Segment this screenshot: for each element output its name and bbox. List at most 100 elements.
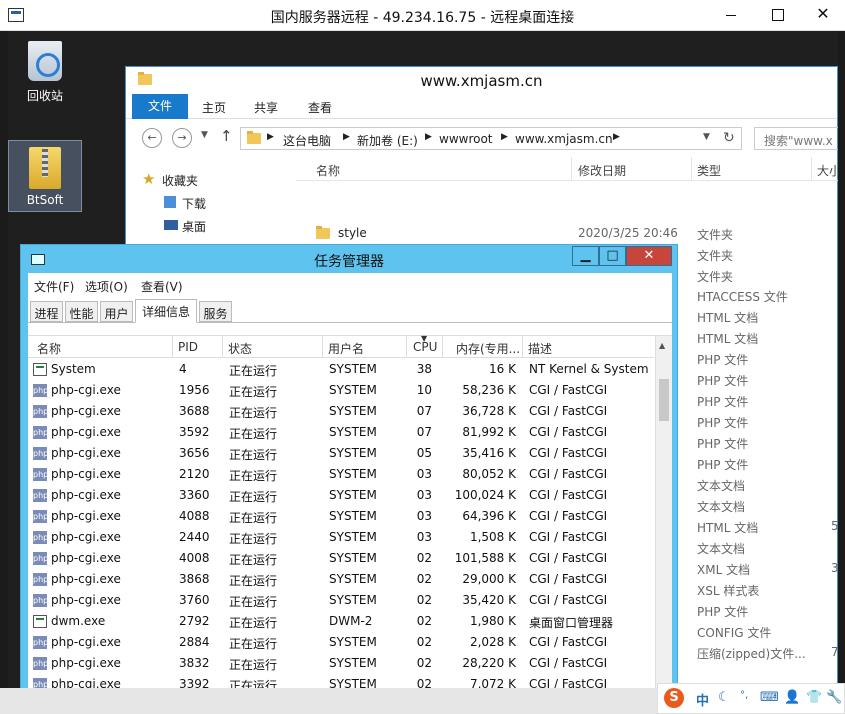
process-row[interactable]: php php-cgi.exe 3760 正在运行 SYSTEM 02 35,420 K CG… (28, 590, 654, 611)
file-type: HTACCESS 文件 (697, 288, 788, 305)
process-user: SYSTEM (329, 404, 377, 418)
php-icon: php (33, 657, 49, 670)
ribbon-tab-home[interactable]: 主页 (202, 99, 226, 116)
header-status[interactable]: 状态 (228, 340, 252, 357)
header-memory[interactable]: 内存(专用... (456, 340, 520, 357)
desktop-icon-btsoft[interactable]: BtSoft (8, 140, 82, 212)
process-status: 正在运行 (229, 385, 278, 399)
tab-processes[interactable]: 进程 (30, 301, 63, 322)
scroll-up-icon[interactable]: ▲ (659, 341, 665, 350)
process-row[interactable]: php php-cgi.exe 1956 正在运行 SYSTEM 10 58,236 K CG… (28, 380, 654, 401)
process-pid: 3832 (179, 656, 210, 670)
keyboard-icon[interactable]: ⌨ (760, 690, 779, 705)
nav-desktop[interactable]: 桌面 (164, 218, 206, 235)
moon-icon[interactable]: ☾ (718, 690, 730, 705)
nav-downloads[interactable]: 下载 (164, 195, 206, 212)
process-row[interactable]: php php-cgi.exe 3360 正在运行 SYSTEM 03 100,024 K C… (28, 485, 654, 506)
rdp-close-button[interactable]: ✕ (800, 0, 845, 30)
file-row[interactable]: style 2020/3/25 20:46 文件夹 (296, 223, 838, 244)
search-input[interactable]: 搜索"www.x (754, 127, 838, 150)
process-memory: 16 K (489, 362, 516, 376)
ime-toolbar: S 中 ☾ °, ⌨ 👤 👕 🔧 (657, 683, 845, 714)
tab-details[interactable]: 详细信息 (135, 299, 197, 323)
process-user: SYSTEM (329, 656, 377, 670)
nav-favorites[interactable]: ★ 收藏夹 (142, 170, 199, 189)
refresh-icon[interactable]: ↻ (723, 130, 735, 146)
vertical-scrollbar[interactable]: ▲ (655, 336, 672, 696)
column-name[interactable]: 名称 (316, 162, 340, 179)
file-type: 文件夹 (697, 249, 734, 263)
header-username[interactable]: 用户名 (328, 340, 364, 357)
ime-lang-indicator[interactable]: 中 (696, 690, 709, 709)
header-pid[interactable]: PID (178, 340, 198, 354)
chevron-right-icon: ▶ (343, 132, 350, 142)
up-arrow-icon[interactable]: ↑ (220, 127, 233, 145)
process-memory: 58,236 K (462, 383, 516, 397)
header-description[interactable]: 描述 (528, 340, 552, 357)
process-row[interactable]: php php-cgi.exe 3832 正在运行 SYSTEM 02 28,220 K CG… (28, 653, 654, 674)
task-manager-titlebar: 任务管理器 ▁ □ ✕ (21, 245, 677, 273)
close-button[interactable]: ✕ (626, 246, 672, 266)
process-row[interactable]: php php-cgi.exe 2884 正在运行 SYSTEM 02 2,028 K CGI… (28, 632, 654, 653)
window-process-icon (33, 615, 47, 628)
process-row[interactable]: php php-cgi.exe 3656 正在运行 SYSTEM 05 35,416 K CG… (28, 443, 654, 464)
php-icon: php (33, 384, 49, 397)
file-type-label: PHP 文件 (697, 605, 749, 619)
file-type-label: XSL 样式表 (697, 584, 760, 598)
maximize-button[interactable]: □ (599, 246, 626, 266)
ribbon-tab-file[interactable]: 文件 (132, 94, 188, 119)
shirt-icon[interactable]: 👕 (806, 690, 822, 705)
column-size[interactable]: 大小 (817, 162, 838, 179)
tab-services[interactable]: 服务 (199, 301, 232, 322)
punctuation-icon[interactable]: °, (740, 690, 748, 701)
process-row[interactable]: dwm.exe 2792 正在运行 DWM-2 02 1,980 K 桌面窗口管理器 (28, 611, 654, 632)
process-cpu: 05 (416, 446, 432, 460)
header-name[interactable]: 名称 (37, 340, 61, 357)
column-type[interactable]: 类型 (697, 162, 721, 179)
process-row[interactable]: php php-cgi.exe 4088 正在运行 SYSTEM 03 64,396 K CG… (28, 506, 654, 527)
process-user: DWM-2 (329, 614, 373, 628)
rdp-maximize-button[interactable] (755, 0, 801, 30)
process-memory: 100,024 K (454, 488, 516, 502)
breadcrumb-site[interactable]: www.xmjasm.cn (515, 132, 613, 146)
desktop-icon-recycle-bin[interactable]: 回收站 (8, 37, 82, 104)
menu-file[interactable]: 文件(F) (34, 278, 74, 295)
process-row[interactable]: php php-cgi.exe 2120 正在运行 SYSTEM 03 80,052 K CG… (28, 464, 654, 485)
process-row[interactable]: php php-cgi.exe 4008 正在运行 SYSTEM 02 101,588 K C… (28, 548, 654, 569)
breadcrumb-wwwroot[interactable]: wwwroot (439, 132, 493, 146)
breadcrumb-drive-e[interactable]: 新加卷 (E:) (357, 132, 418, 149)
file-type: PHP 文件 (697, 393, 748, 410)
process-cpu: 02 (416, 635, 432, 649)
process-row[interactable]: php php-cgi.exe 3868 正在运行 SYSTEM 02 29,000 K CG… (28, 569, 654, 590)
process-user: SYSTEM (329, 572, 377, 586)
breadcrumb-this-pc[interactable]: 这台电脑 (283, 132, 331, 149)
recent-chevron-down-icon[interactable]: ▼ (201, 130, 208, 140)
menu-view[interactable]: 查看(V) (141, 278, 183, 295)
ribbon-tab-share[interactable]: 共享 (254, 99, 278, 116)
explorer-titlebar: www.xmjasm.cn (126, 67, 837, 94)
process-cpu: 02 (416, 551, 432, 565)
address-dropdown-icon[interactable]: ▼ (703, 132, 710, 142)
scrollbar-thumb[interactable] (659, 379, 669, 421)
column-modified[interactable]: 修改日期 (578, 162, 626, 179)
address-bar[interactable]: ▶ 这台电脑 ▶ 新加卷 (E:) ▶ wwwroot ▶ www.xmjasm… (240, 127, 742, 150)
tab-performance[interactable]: 性能 (65, 301, 98, 322)
forward-arrow-icon[interactable]: → (172, 128, 192, 148)
tab-users[interactable]: 用户 (100, 301, 133, 322)
ribbon-tab-view[interactable]: 查看 (308, 99, 332, 116)
process-row[interactable]: System 4 正在运行 SYSTEM 38 16 K NT Kernel & Syste… (28, 359, 654, 380)
sogou-ime-icon[interactable]: S (664, 688, 684, 708)
nav-label: 收藏夹 (162, 174, 199, 188)
back-arrow-icon[interactable]: ← (142, 128, 162, 148)
process-row[interactable]: php php-cgi.exe 3688 正在运行 SYSTEM 07 36,728 K CG… (28, 401, 654, 422)
process-row[interactable]: php php-cgi.exe 2440 正在运行 SYSTEM 03 1,508 K CGI… (28, 527, 654, 548)
process-user: SYSTEM (329, 551, 377, 565)
menu-options[interactable]: 选项(O) (85, 278, 128, 295)
rdp-minimize-button[interactable] (709, 0, 755, 30)
process-cpu: 38 (416, 362, 432, 376)
user-icon[interactable]: 👤 (784, 690, 800, 705)
wrench-icon[interactable]: 🔧 (826, 690, 842, 705)
process-pid: 2792 (179, 614, 210, 628)
minimize-button[interactable]: ▁ (572, 246, 599, 266)
process-row[interactable]: php php-cgi.exe 3592 正在运行 SYSTEM 07 81,992 K CG… (28, 422, 654, 443)
